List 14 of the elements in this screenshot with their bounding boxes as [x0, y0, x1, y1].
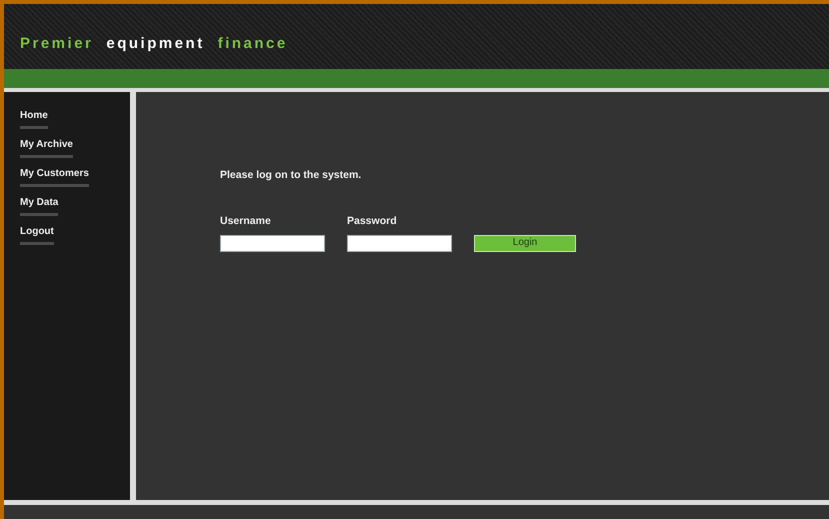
username-field[interactable] [220, 234, 325, 252]
logo-word: equipment [106, 34, 205, 54]
sidebar-link[interactable]: My Archive [20, 137, 73, 158]
logo-word: finance [218, 34, 288, 54]
password-label: Password [347, 214, 398, 229]
login-message: Please log on to the system. [220, 168, 362, 183]
sidebar-link[interactable]: My Data [20, 195, 58, 216]
logo-word: Premier [20, 34, 94, 54]
login-button[interactable]: Login [474, 234, 576, 252]
sidebar-link[interactable]: My Customers [20, 166, 89, 187]
sidebar-link[interactable]: Logout [20, 224, 54, 245]
password-field[interactable] [347, 234, 452, 252]
sidebar-link[interactable]: Home [20, 108, 48, 129]
username-label: Username [220, 214, 272, 229]
